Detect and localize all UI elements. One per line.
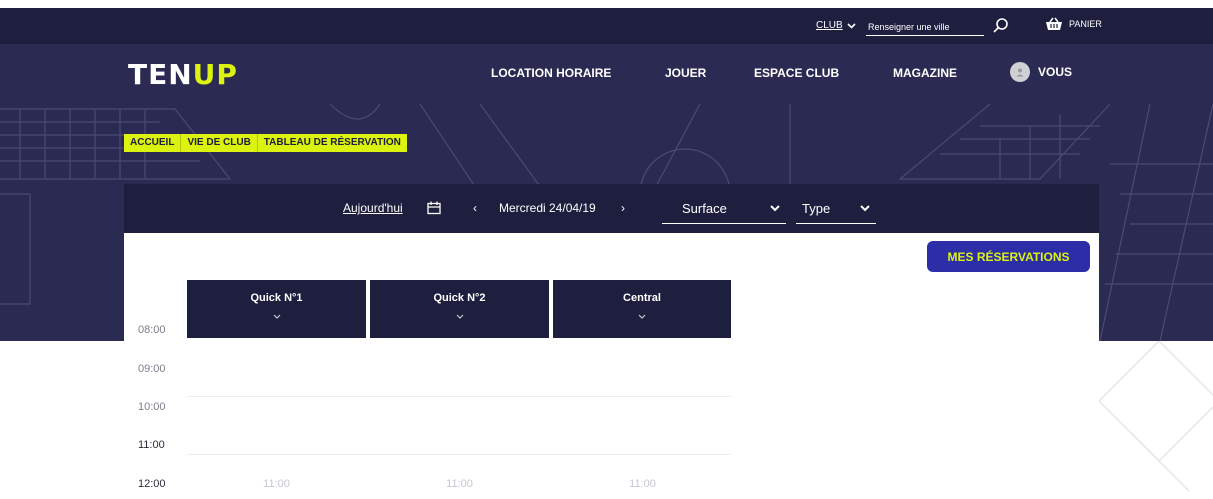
today-link[interactable]: Aujourd'hui <box>343 201 403 215</box>
user-label: VOUS <box>1038 65 1073 79</box>
hour-label: 08:00 <box>138 324 166 336</box>
chevron-down-icon <box>770 205 780 212</box>
nav-magazine[interactable]: MAGAZINE <box>893 66 957 80</box>
surface-label: Surface <box>682 201 727 216</box>
search-icon[interactable] <box>992 17 1010 35</box>
cart-link[interactable]: PANIER <box>1045 17 1102 31</box>
chevron-down-icon <box>638 314 646 319</box>
top-margin <box>0 0 1213 8</box>
my-reservations-button[interactable]: MES RÉSERVATIONS <box>927 241 1090 272</box>
cart-label: PANIER <box>1069 19 1102 29</box>
avatar <box>1010 62 1030 82</box>
booking-board: MES RÉSERVATIONS Quick N°1 Quick N°2 Cen… <box>124 233 1099 499</box>
calendar-icon[interactable] <box>427 201 441 215</box>
type-label: Type <box>802 201 831 216</box>
surface-select[interactable]: Surface <box>662 194 786 224</box>
court-name: Central <box>623 292 661 304</box>
court-header-central[interactable]: Central <box>553 280 731 338</box>
hour-label: 10:00 <box>138 401 166 413</box>
club-selector[interactable]: CLUB <box>816 20 856 31</box>
tenup-logo[interactable]: TENUP <box>128 58 238 91</box>
court-header-quick-2[interactable]: Quick N°2 <box>370 280 549 338</box>
background-decoration <box>1099 341 1213 492</box>
court-header-quick-1[interactable]: Quick N°1 <box>187 280 366 338</box>
court-name: Quick N°1 <box>250 292 303 304</box>
chevron-down-icon <box>456 314 463 319</box>
slot-time[interactable]: 11:00 <box>370 478 549 490</box>
city-input[interactable] <box>866 18 984 36</box>
hour-label: 11:00 <box>138 439 165 451</box>
basket-icon <box>1046 17 1062 30</box>
hour-label: 12:00 <box>138 478 166 490</box>
logo-up: UP <box>192 58 238 91</box>
filter-bar: Aujourd'hui ‹ Mercredi 24/04/19 › Surfac… <box>124 184 1099 233</box>
breadcrumb-vie-de-club[interactable]: VIE DE CLUB <box>181 134 256 152</box>
logo-ten: TEN <box>128 58 193 91</box>
next-day-button[interactable]: › <box>621 201 625 215</box>
user-menu[interactable]: VOUS <box>1010 62 1072 82</box>
chevron-down-icon <box>273 314 280 319</box>
slot-time[interactable]: 11:00 <box>187 478 366 490</box>
court-name: Quick N°2 <box>433 292 486 304</box>
grid-line <box>187 454 731 455</box>
hour-label: 09:00 <box>138 363 166 375</box>
user-icon <box>1016 68 1024 77</box>
slot-time[interactable]: 11:00 <box>553 478 732 490</box>
club-label: CLUB <box>816 20 843 31</box>
chevron-down-icon <box>847 22 856 29</box>
prev-day-button[interactable]: ‹ <box>473 201 477 215</box>
utility-bar: CLUB PANIER <box>0 8 1213 44</box>
nav-location-horaire[interactable]: LOCATION HORAIRE <box>491 66 611 80</box>
nav-jouer[interactable]: JOUER <box>665 66 706 80</box>
breadcrumb-tableau: TABLEAU DE RÉSERVATION <box>263 137 401 148</box>
grid-line <box>187 396 731 397</box>
type-select[interactable]: Type <box>796 194 876 224</box>
chevron-down-icon <box>860 205 870 212</box>
nav-espace-club[interactable]: ESPACE CLUB <box>754 66 839 80</box>
current-date: Mercredi 24/04/19 <box>499 201 596 215</box>
breadcrumb-accueil[interactable]: ACCUEIL <box>124 134 180 152</box>
breadcrumb: ACCUEIL VIE DE CLUB TABLEAU DE RÉSERVATI… <box>124 134 407 152</box>
